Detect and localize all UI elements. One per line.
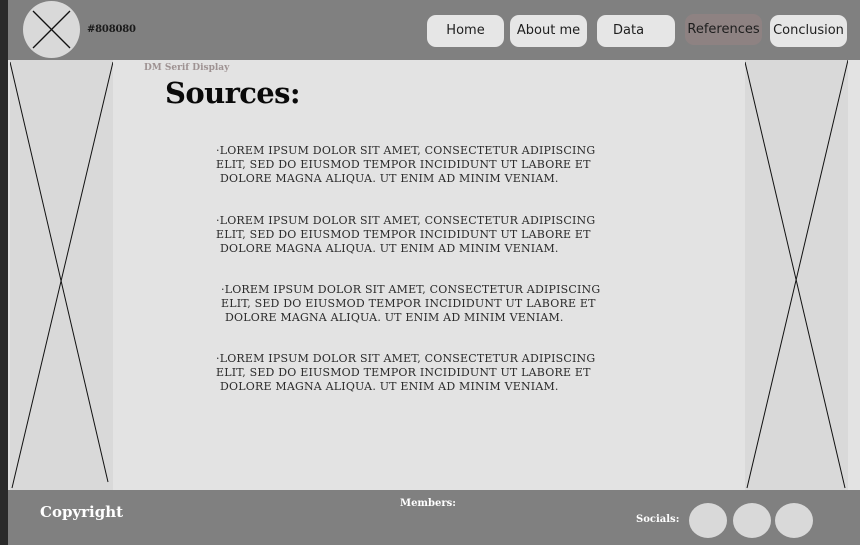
nav-home-label: Home [446, 23, 485, 38]
font-name-label: DM Serif Display [144, 63, 230, 73]
source-line: ·Lorem ipsum dolor sit amet, consectetur… [216, 144, 596, 157]
source-line: elit, sed do eiusmod tempor incididunt u… [216, 228, 591, 241]
source-line: ·Lorem ipsum dolor sit amet, consectetur… [221, 283, 601, 296]
nav-conclusion-label: Conclusion [773, 23, 844, 38]
members-label: Members: [400, 498, 456, 509]
nav-home-button[interactable]: Home [427, 15, 504, 47]
nav-references-button[interactable]: References [685, 14, 762, 45]
social-link-2-icon[interactable] [733, 503, 771, 538]
source-line: elit, sed do eiusmod tempor incididunt u… [216, 366, 591, 379]
source-line: elit, sed do eiusmod tempor incididunt u… [221, 297, 596, 310]
source-line: dolore magna aliqua. Ut enim ad minim ve… [220, 380, 559, 393]
source-entry: ·Lorem ipsum dolor sit amet, consectetur… [216, 144, 608, 186]
copyright-text: Copyright [40, 503, 124, 521]
source-entry: ·Lorem ipsum dolor sit amet, consectetur… [221, 283, 613, 325]
source-line: dolore magna aliqua. Ut enim ad minim ve… [220, 172, 559, 185]
source-line: dolore magna aliqua. Ut enim ad minim ve… [220, 242, 559, 255]
nav-conclusion-button[interactable]: Conclusion [770, 15, 847, 47]
color-code-label: #808080 [87, 24, 136, 35]
nav-references-label: References [687, 22, 760, 37]
source-entry: ·Lorem ipsum dolor sit amet, consectetur… [216, 352, 608, 394]
footer-bar: Copyright Members: Socials: [8, 490, 860, 545]
page-title: Sources: [165, 76, 301, 110]
header-bar: #808080 Home About me Data References Co… [8, 0, 860, 60]
left-image-placeholder [10, 60, 113, 490]
source-line: ·Lorem ipsum dolor sit amet, consectetur… [216, 214, 596, 227]
social-link-3-icon[interactable] [775, 503, 813, 538]
source-line: elit, sed do eiusmod tempor incididunt u… [216, 158, 591, 171]
source-line: ·Lorem ipsum dolor sit amet, consectetur… [216, 352, 596, 365]
source-entry: ·Lorem ipsum dolor sit amet, consectetur… [216, 214, 608, 256]
logo-placeholder-icon[interactable] [23, 1, 80, 58]
nav-about-button[interactable]: About me [510, 15, 587, 47]
source-line: dolore magna aliqua. Ut enim ad minim ve… [225, 311, 564, 324]
page: #808080 Home About me Data References Co… [8, 0, 860, 545]
nav-about-label: About me [516, 23, 581, 38]
nav-data-label: Data [613, 23, 645, 38]
socials-label: Socials: [636, 514, 680, 525]
nav-data-button[interactable]: Data [597, 15, 675, 47]
social-link-1-icon[interactable] [689, 503, 727, 538]
right-image-placeholder [745, 60, 848, 490]
